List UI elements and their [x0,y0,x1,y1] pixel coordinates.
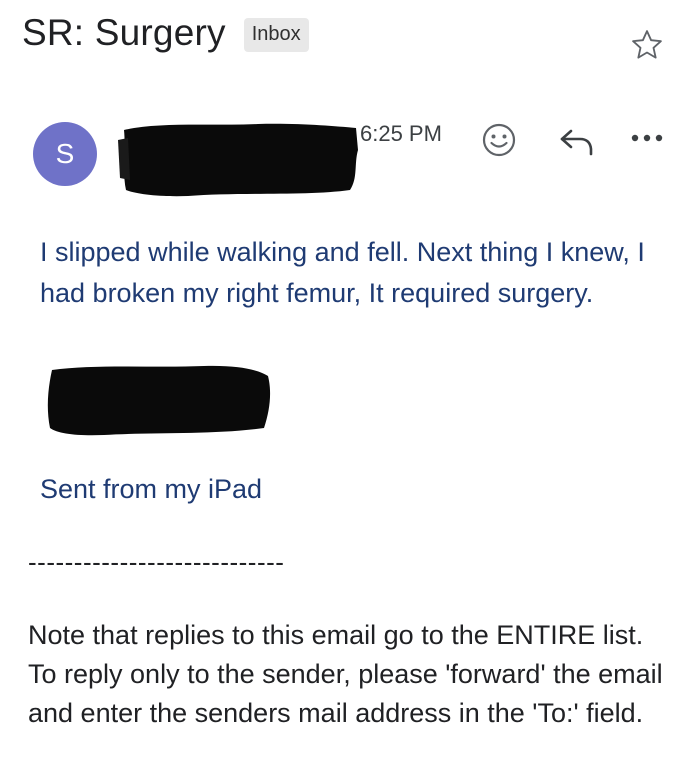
star-icon[interactable] [630,28,664,62]
message-body: I slipped while walking and fell. Next t… [40,237,645,308]
sender-avatar[interactable]: S [33,122,97,186]
inbox-label-chip[interactable]: Inbox [243,18,309,52]
message-time: 6:25 PM [360,121,442,146]
sender-redaction [118,123,358,197]
email-subject: SR: Surgery [22,12,226,53]
smiley-icon[interactable] [481,122,517,158]
list-footer-note: Note that replies to this email go to th… [28,620,663,728]
list-footer-separator: ---------------------------- [28,547,285,577]
signature-redaction [47,365,271,436]
email-header: SR: Surgery Inbox [22,12,309,54]
avatar-initial: S [55,138,75,169]
more-options-icon[interactable] [627,130,667,146]
signature-sent-from: Sent from my iPad [40,474,263,504]
reply-icon[interactable] [558,127,596,157]
